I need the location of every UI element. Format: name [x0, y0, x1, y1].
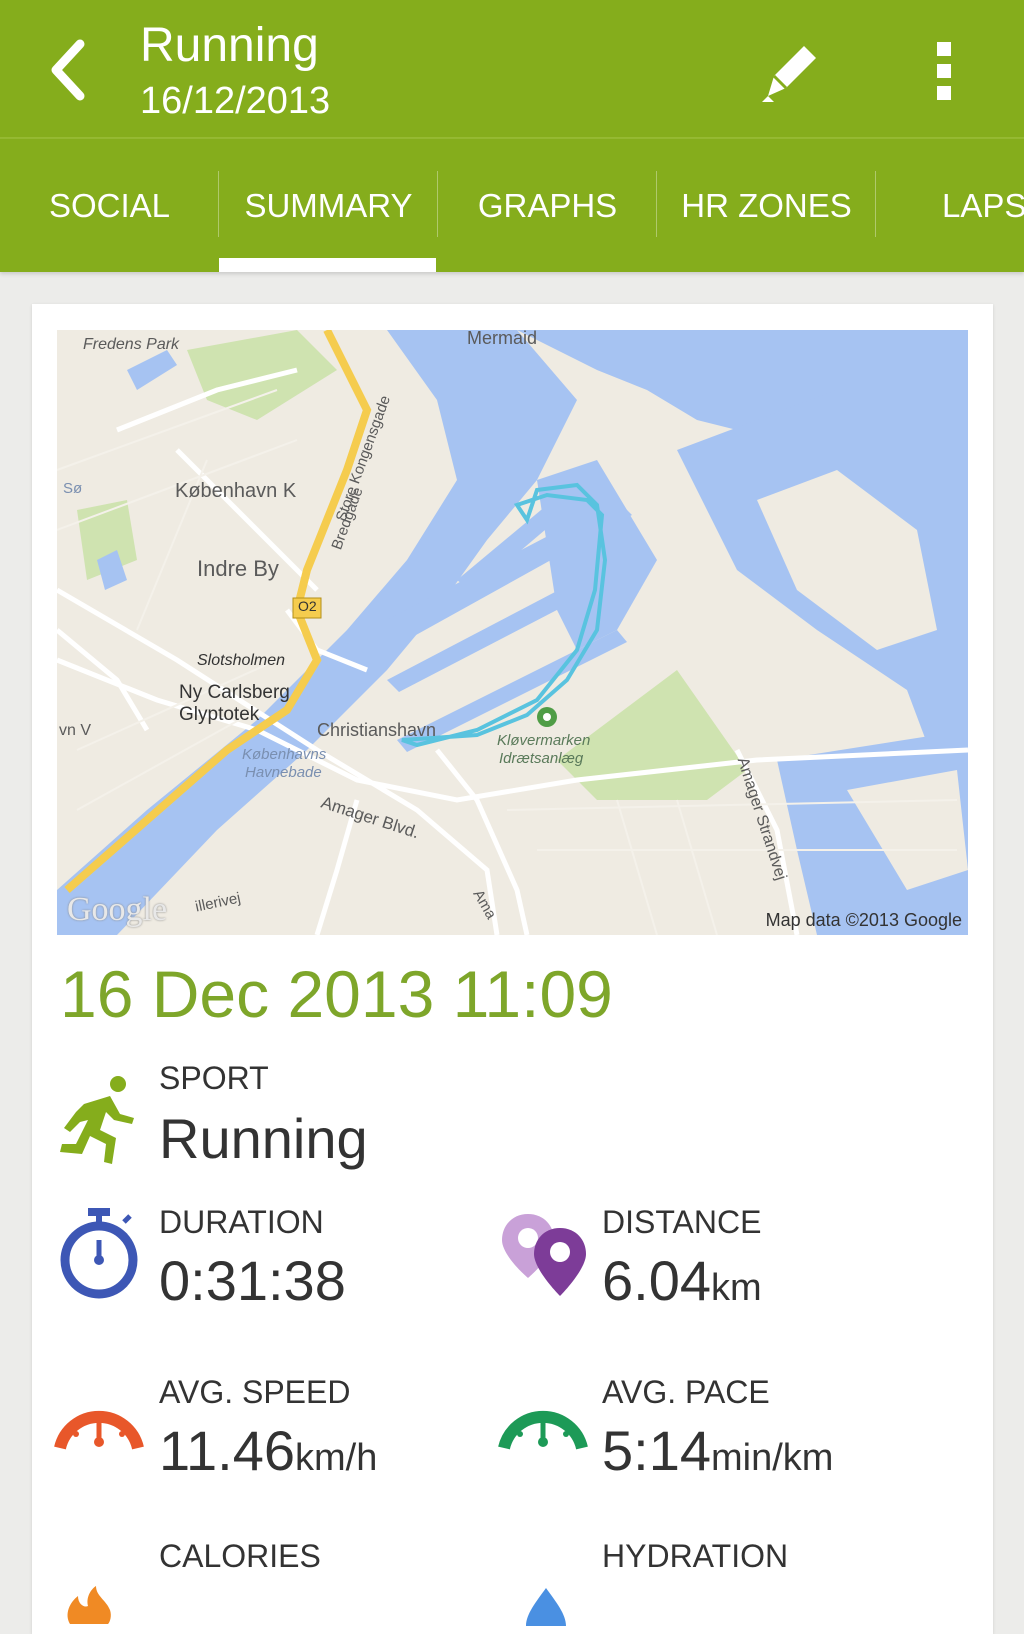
distance-unit: km	[711, 1267, 762, 1309]
edit-button[interactable]	[748, 30, 828, 110]
speedometer-icon	[54, 1410, 144, 1450]
avg-speed-unit: km/h	[294, 1437, 378, 1479]
page-subtitle: 16/12/2013	[140, 80, 331, 122]
map-label-ny-carlsberg: Ny Carlsberg	[179, 682, 290, 703]
overflow-menu-button[interactable]	[920, 30, 970, 110]
water-drop-icon	[526, 1588, 566, 1626]
distance-value: 6.04km	[602, 1248, 762, 1313]
map-label-mermaid: Mermaid	[467, 330, 538, 348]
tab-bar: SOCIAL SUMMARY GRAPHS HR ZONES LAPS	[0, 139, 1024, 272]
app-bar: Running 16/12/2013	[0, 0, 1024, 139]
overflow-menu-icon	[937, 42, 951, 100]
map-label-havnebade: Københavns	[242, 746, 327, 763]
sport-value: Running	[159, 1107, 368, 1170]
map-pins-icon	[502, 1214, 586, 1296]
back-arrow-icon	[51, 39, 85, 101]
map-label-indre-by: Indre By	[197, 556, 279, 581]
summary-card: Fredens Park Mermaid København K Indre B…	[32, 304, 993, 1634]
tab-laps[interactable]: LAPS	[876, 139, 1024, 272]
pencil-icon	[762, 46, 816, 102]
tab-hr-zones[interactable]: HR ZONES	[657, 139, 876, 272]
avg-pace-number: 5:14	[602, 1419, 711, 1482]
route-map[interactable]: Fredens Park Mermaid København K Indre B…	[57, 330, 968, 935]
map-label-slotsholmen: Slotsholmen	[197, 652, 286, 669]
map-label-kloevermarken: Kløvermarken	[497, 732, 591, 749]
avg-speed-label: AVG. SPEED	[159, 1374, 351, 1410]
sport-label: SPORT	[159, 1060, 269, 1096]
stopwatch-icon	[60, 1208, 138, 1299]
active-tab-indicator	[219, 258, 436, 272]
calories-label: CALORIES	[159, 1538, 321, 1574]
google-logo: Google	[67, 891, 168, 928]
back-button[interactable]	[40, 30, 110, 110]
map-label-road-o2: O2	[298, 598, 317, 614]
map-label-christianshavn: Christianshavn	[317, 720, 437, 740]
avg-speed-number: 11.46	[159, 1419, 295, 1482]
map-attribution: Map data ©2013 Google	[765, 910, 962, 930]
avg-pace-label: AVG. PACE	[602, 1374, 770, 1410]
map-label-havnebade: Havnebade	[245, 764, 322, 781]
running-person-icon	[60, 1076, 134, 1164]
avg-speed-value: 11.46km/h	[159, 1418, 377, 1483]
map-label-koebenhavn-k: København K	[175, 480, 297, 502]
map-graphic	[57, 330, 968, 935]
flame-icon	[67, 1586, 111, 1624]
page-title: Running	[140, 19, 319, 72]
tab-summary[interactable]: SUMMARY	[219, 139, 438, 272]
distance-number: 6.04	[602, 1249, 711, 1312]
workout-datetime: 16 Dec 2013 11:09	[60, 957, 613, 1031]
map-label-idraetsanlaeg: Idrætsanlæg	[499, 750, 584, 767]
gauge-icon	[498, 1410, 588, 1450]
map-label-vn-v: vn V	[59, 722, 92, 739]
map-label-soe: Sø	[63, 480, 83, 497]
tab-social[interactable]: SOCIAL	[0, 139, 219, 272]
map-label-fredens-park: Fredens Park	[83, 336, 180, 353]
hydration-label: HYDRATION	[602, 1538, 789, 1574]
distance-label: DISTANCE	[602, 1204, 762, 1240]
duration-value: 0:31:38	[159, 1249, 346, 1312]
avg-pace-unit: min/km	[711, 1437, 834, 1479]
map-label-glyptotek: Glyptotek	[179, 704, 260, 725]
avg-pace-value: 5:14min/km	[602, 1418, 833, 1483]
tab-graphs[interactable]: GRAPHS	[438, 139, 657, 272]
duration-label: DURATION	[159, 1204, 324, 1240]
